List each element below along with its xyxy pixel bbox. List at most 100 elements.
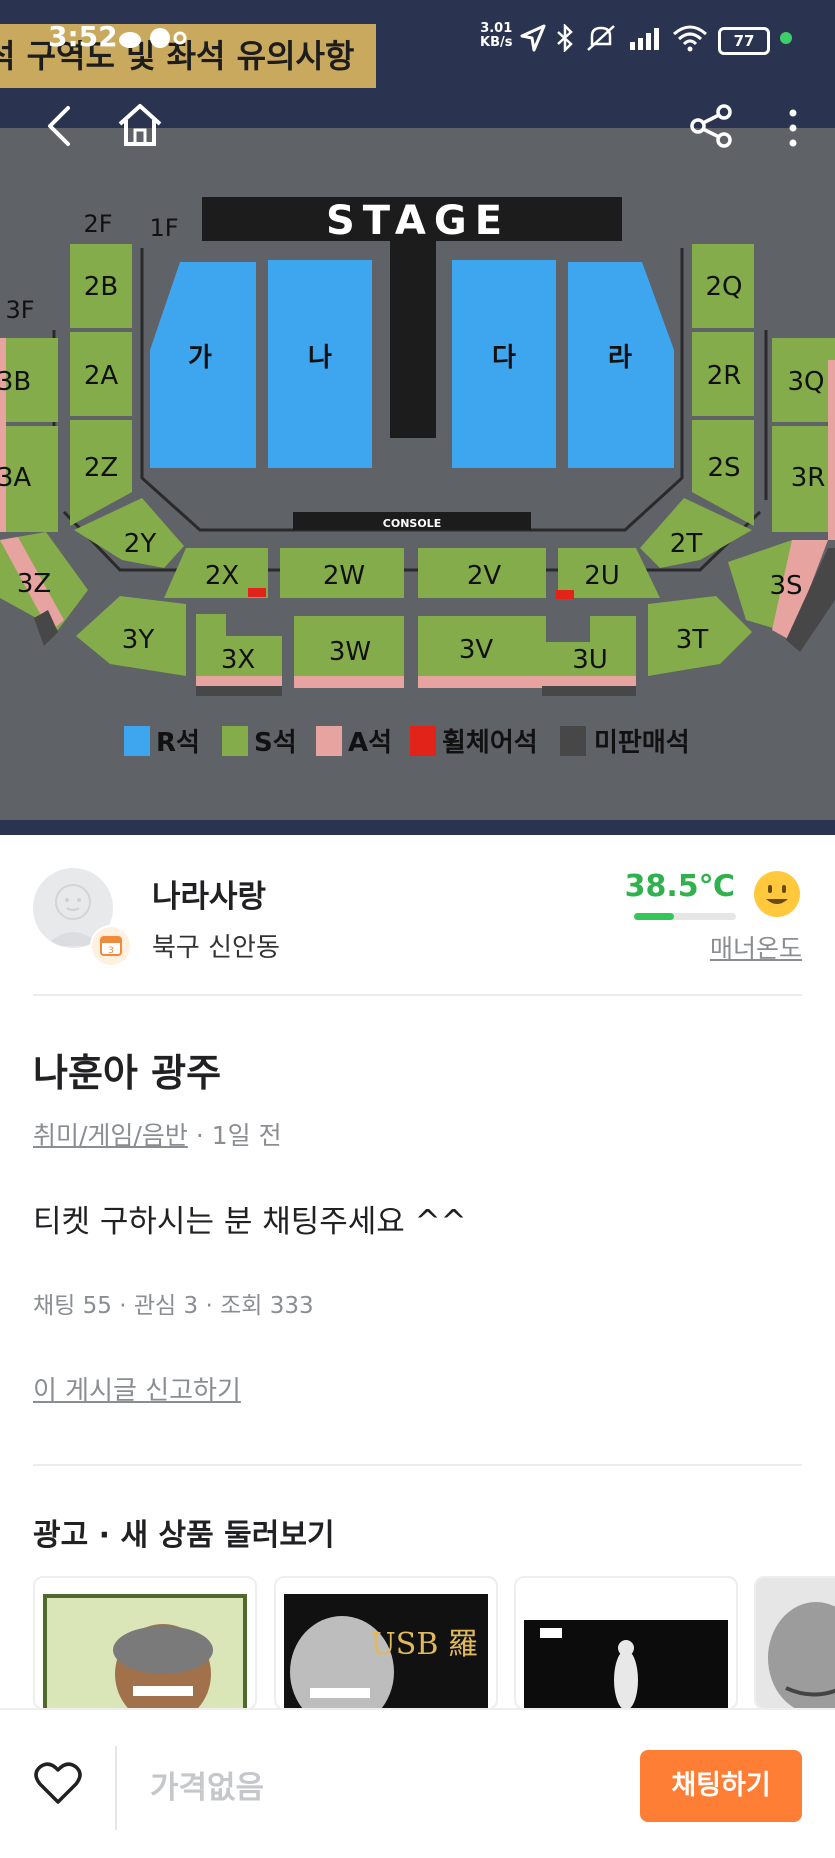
ad-thumbnail: USB 羅 勳 [284, 1594, 488, 1708]
ads-section-title: 광고 · 새 상품 둘러보기 [33, 1518, 335, 1553]
section-3b-label: 3B [0, 367, 31, 397]
legend-label-wheelchair: 휠체어석 [442, 728, 538, 758]
status-bar: 3:52 3.01 KB/s 77 [0, 0, 835, 70]
section-3y-label: 3Y [122, 625, 155, 655]
ad-thumbnail [43, 1594, 247, 1708]
ad-card[interactable] [514, 1576, 738, 1710]
battery-icon: 77 [718, 27, 770, 55]
stats-separator: · [119, 1293, 127, 1319]
legend-label-r: R석 [156, 728, 200, 758]
ad-card[interactable]: USB 羅 勳 [274, 1576, 498, 1710]
section-2x-label: 2X [205, 561, 239, 591]
section-3x-label: 3X [221, 645, 255, 675]
status-time: 3:52 [48, 20, 118, 53]
bar-divider [115, 1746, 117, 1830]
seller-region: 북구 신안동 [152, 933, 280, 963]
meta-separator: · [195, 1121, 204, 1150]
section-ga-label: 가 [188, 343, 212, 373]
legend-label-a: A석 [348, 728, 392, 758]
section-2v-label: 2V [467, 561, 502, 591]
ad-thumbnail [524, 1594, 728, 1708]
chat-count-label: 채팅 [33, 1293, 76, 1319]
post-title: 나훈아 광주 [33, 1051, 222, 1095]
section-2t-label: 2T [670, 529, 703, 559]
home-button[interactable] [116, 100, 164, 148]
legend-label-s: S석 [254, 728, 297, 758]
signal-icon [630, 28, 659, 50]
notification-icons [119, 28, 187, 48]
price-label: 가격없음 [150, 1770, 265, 1806]
section-ra-label: 라 [608, 343, 632, 373]
wheelchair-left [248, 588, 266, 597]
divider [33, 994, 802, 996]
console-label: CONSOLE [383, 517, 441, 530]
temperature-bar-fill [634, 913, 674, 920]
mute-icon [587, 25, 615, 51]
floor-label-2f: 2F [83, 210, 112, 238]
network-speed: 3.01 KB/s [480, 22, 512, 50]
post-time: 1일 전 [211, 1121, 282, 1150]
section-3u-label: 3U [572, 645, 608, 675]
legend-swatch-s [222, 726, 248, 756]
report-post-link[interactable]: 이 게시글 신고하기 [33, 1370, 241, 1407]
seller-profile[interactable]: 3 나라사랑 북구 신안동 38.5℃ 매너온도 [0, 835, 835, 995]
wheelchair-right [556, 590, 574, 599]
manner-temperature-link[interactable]: 매너온도 [710, 929, 802, 965]
post-meta: 취미/게임/음반 · 1일 전 [33, 1116, 282, 1152]
seller-name: 나라사랑 [152, 879, 267, 915]
post-stats: 채팅 55 · 관심 3 · 조회 333 [33, 1286, 314, 1320]
image-bottom-band [0, 820, 835, 835]
section-3t-label: 3T [676, 625, 709, 655]
chat-count: 55 [82, 1293, 112, 1319]
temperature-bar [634, 913, 736, 920]
ad-thumbnail [756, 1578, 835, 1708]
manner-temperature: 38.5℃ [624, 869, 735, 904]
stats-separator: · [205, 1293, 213, 1319]
heart-icon[interactable] [34, 1760, 82, 1806]
back-button[interactable] [42, 104, 76, 148]
ad-card-text: USB 羅 勳 [371, 1627, 488, 1662]
section-2b-label: 2B [84, 272, 118, 302]
section-2r-label: 2R [707, 361, 742, 391]
stage-runway [390, 240, 436, 438]
bluetooth-icon [557, 24, 573, 52]
section-na-label: 나 [308, 343, 332, 373]
ad-card[interactable] [33, 1576, 257, 1710]
section-2s-label: 2S [707, 453, 740, 483]
section-3r-label: 3R [791, 463, 826, 493]
section-2y-label: 2Y [124, 529, 157, 559]
section-2z-label: 2Z [84, 453, 118, 483]
location-icon [520, 24, 546, 52]
legend-swatch-r [124, 726, 150, 756]
network-speed-unit: KB/s [480, 35, 513, 50]
floor-label-3f: 3F [5, 296, 34, 324]
chat-button[interactable]: 채팅하기 [640, 1750, 802, 1822]
section-da-label: 다 [492, 343, 516, 373]
stage-label: STAGE [326, 198, 510, 244]
legend-swatch-a [316, 726, 342, 756]
section-2a-label: 2A [84, 361, 119, 391]
section-2q-label: 2Q [705, 272, 742, 302]
network-speed-value: 3.01 [480, 21, 513, 36]
interest-count: 3 [183, 1293, 199, 1319]
interest-count-label: 관심 [133, 1293, 177, 1319]
section-3s-label: 3S [769, 571, 802, 601]
smile-face-icon [754, 871, 800, 917]
calendar-badge-icon: 3 [90, 925, 132, 967]
share-button[interactable] [690, 104, 734, 148]
section-2u-label: 2U [584, 561, 620, 591]
wifi-icon [673, 25, 707, 52]
more-options-button[interactable] [786, 108, 800, 148]
section-2w-label: 2W [323, 561, 365, 591]
seatmap-legend: R석 S석 A석 휠체어석 미판매석 [124, 726, 690, 758]
bottom-action-bar: 가격없음 채팅하기 [0, 1708, 835, 1858]
view-count-label: 조회 [220, 1293, 263, 1319]
category-link[interactable]: 취미/게임/음반 [33, 1121, 188, 1150]
section-3w-label: 3W [329, 637, 371, 667]
svg-text:3: 3 [108, 946, 114, 956]
divider [33, 1464, 802, 1466]
floor-label-1f: 1F [149, 214, 178, 242]
view-count: 333 [269, 1293, 314, 1319]
ad-card[interactable] [754, 1576, 835, 1710]
section-3v-label: 3V [459, 635, 494, 665]
